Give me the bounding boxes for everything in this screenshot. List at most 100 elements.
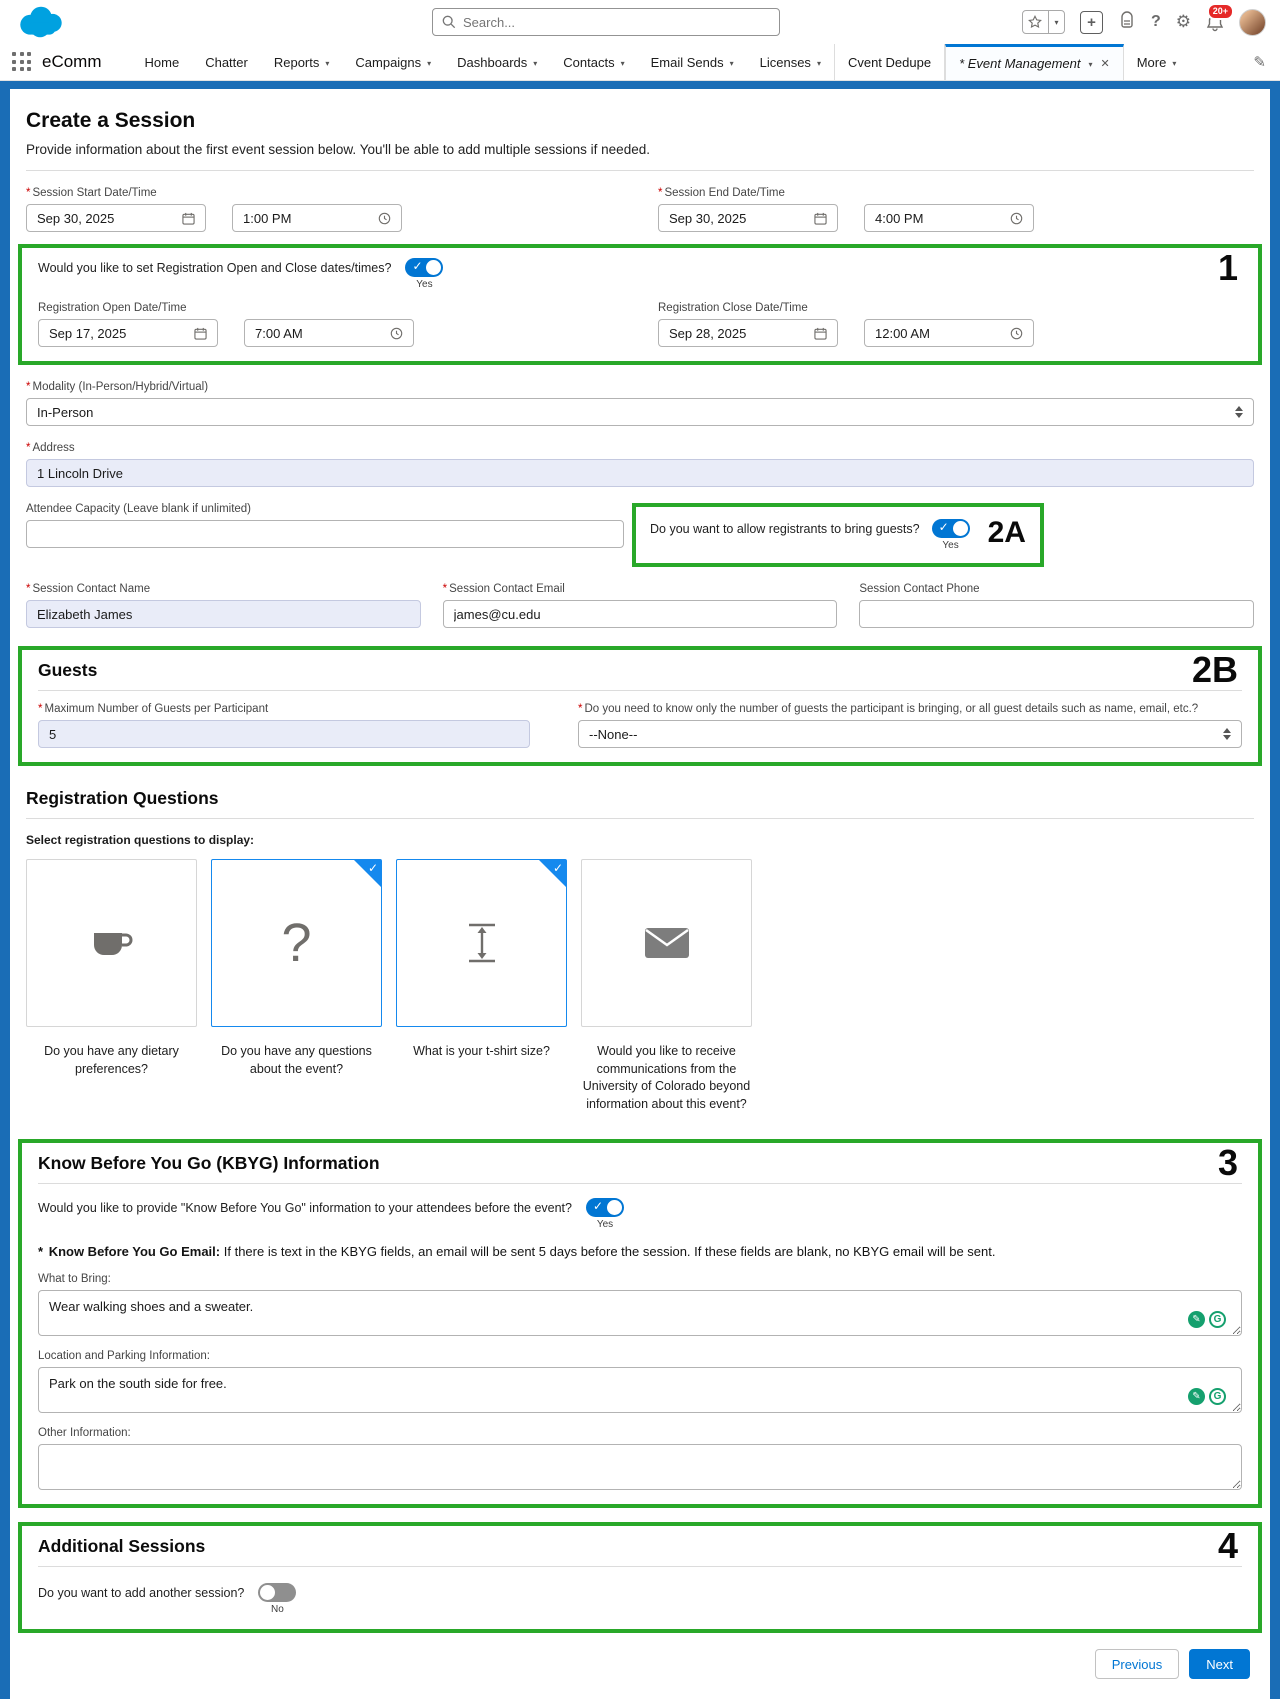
favorites-button[interactable]: ▾ (1022, 10, 1065, 34)
chevron-down-icon[interactable]: ▾ (1088, 58, 1092, 69)
avatar[interactable] (1239, 9, 1266, 36)
chevron-down-icon: ▾ (533, 57, 537, 68)
salesforce-logo (14, 4, 68, 40)
grammarly-icon[interactable]: G (1209, 1388, 1226, 1405)
question-card-communications[interactable] (581, 859, 752, 1027)
assistant-icon[interactable]: ✎ (1188, 1311, 1205, 1328)
nav-item-chatter[interactable]: Chatter (192, 44, 261, 80)
toggle-state-label: Yes (597, 1219, 613, 1230)
coffee-cup-icon (88, 923, 136, 963)
chevron-down-icon[interactable]: ▾ (1049, 11, 1064, 33)
registration-open-date-input[interactable]: Sep 17, 2025 (38, 319, 218, 347)
star-icon[interactable] (1023, 11, 1049, 33)
create-session-form: Create a Session Provide information abo… (10, 89, 1270, 1699)
question-mark-icon: ? (281, 912, 311, 974)
nav-item-email-sends[interactable]: Email Sends▾ (638, 44, 747, 80)
guests-toggle-label: Do you want to allow registrants to brin… (650, 519, 920, 536)
question-card-questions[interactable]: ✓ ? (211, 859, 382, 1027)
contact-phone-input[interactable] (859, 600, 1254, 628)
nav-item-reports[interactable]: Reports▾ (261, 44, 343, 80)
toggle-state-label: No (271, 1604, 284, 1615)
annotation-box-3: 3 Know Before You Go (KBYG) Information … (18, 1139, 1262, 1508)
question-card-label: Do you have any questions about the even… (211, 1043, 382, 1078)
max-guests-field: *Maximum Number of Guests per Participan… (38, 703, 530, 748)
parking-field: Location and Parking Information: Park o… (38, 1350, 1242, 1413)
nav-more[interactable]: More▾ (1124, 44, 1190, 80)
max-guests-input[interactable] (38, 720, 530, 748)
registration-close-date-input[interactable]: Sep 28, 2025 (658, 319, 838, 347)
nav-item-contacts[interactable]: Contacts▾ (550, 44, 637, 80)
search-icon (442, 15, 456, 29)
guest-details-field: *Do you need to know only the number of … (578, 703, 1242, 748)
question-card-label: What is your t-shirt size? (396, 1043, 567, 1061)
capacity-field: Attendee Capacity (Leave blank if unlimi… (26, 503, 624, 548)
search-input[interactable] (463, 15, 770, 30)
text-height-icon (462, 921, 502, 965)
parking-textarea[interactable]: Park on the south side for free. (38, 1367, 1242, 1413)
session-end-field: *Session End Date/Time Sep 30, 2025 4:00… (658, 187, 1254, 232)
registration-dates-toggle[interactable]: ✓ (405, 258, 443, 277)
capacity-input[interactable] (26, 520, 624, 548)
previous-button[interactable]: Previous (1095, 1649, 1180, 1679)
nav-item-campaigns[interactable]: Campaigns▾ (342, 44, 444, 80)
session-end-time-input[interactable]: 4:00 PM (864, 204, 1034, 232)
registration-open-field: Registration Open Date/Time Sep 17, 2025… (38, 302, 622, 347)
session-end-date-input[interactable]: Sep 30, 2025 (658, 204, 838, 232)
registration-close-field: Registration Close Date/Time Sep 28, 202… (658, 302, 1242, 347)
question-card-dietary[interactable] (26, 859, 197, 1027)
allow-guests-toggle[interactable]: ✓ (932, 519, 970, 538)
clock-icon (1010, 212, 1023, 225)
global-header: ▾ + ? ⚙ 20+ (0, 0, 1280, 44)
kbyg-section-title: Know Before You Go (KBYG) Information (38, 1153, 1242, 1174)
grammarly-icon[interactable]: G (1209, 1311, 1226, 1328)
what-to-bring-textarea[interactable]: Wear walking shoes and a sweater. (38, 1290, 1242, 1336)
registration-close-time-input[interactable]: 12:00 AM (864, 319, 1034, 347)
gear-icon[interactable]: ⚙ (1176, 12, 1191, 32)
chevron-down-icon: ▾ (427, 57, 431, 68)
nav-item-licenses[interactable]: Licenses▾ (747, 44, 834, 80)
close-icon[interactable]: ✕ (1101, 57, 1110, 70)
contact-phone-field: Session Contact Phone (859, 583, 1254, 628)
session-start-date-input[interactable]: Sep 30, 2025 (26, 204, 206, 232)
annotation-number-1: 1 (1218, 250, 1238, 286)
assistant-icon[interactable]: ✎ (1188, 1388, 1205, 1405)
global-search[interactable] (432, 8, 780, 36)
registration-open-time-input[interactable]: 7:00 AM (244, 319, 414, 347)
session-start-time-input[interactable]: 1:00 PM (232, 204, 402, 232)
nav-item-dashboards[interactable]: Dashboards▾ (444, 44, 550, 80)
registration-toggle-label: Would you like to set Registration Open … (38, 258, 391, 275)
kbyg-toggle[interactable]: ✓ (586, 1198, 624, 1217)
tab-cvent-dedupe[interactable]: Cvent Dedupe (834, 44, 945, 80)
annotation-number-4: 4 (1218, 1528, 1238, 1564)
contact-email-input[interactable] (443, 600, 838, 628)
address-input[interactable] (26, 459, 1254, 487)
toggle-state-label: Yes (416, 279, 432, 290)
clock-icon (1010, 327, 1023, 340)
edit-nav-icon[interactable]: ✎ (1253, 53, 1274, 71)
contact-name-input[interactable] (26, 600, 421, 628)
modality-select[interactable]: In-Person (26, 398, 1254, 426)
other-info-textarea[interactable] (38, 1444, 1242, 1490)
kbyg-toggle-label: Would you like to provide "Know Before Y… (38, 1198, 572, 1215)
select-arrows-icon (1223, 728, 1231, 740)
quick-add-button[interactable]: + (1080, 11, 1103, 34)
contact-name-field: *Session Contact Name (26, 583, 421, 628)
next-button[interactable]: Next (1189, 1649, 1250, 1679)
calendar-icon (814, 327, 827, 340)
notifications-button[interactable]: 20+ (1206, 13, 1224, 32)
guidance-center-icon[interactable] (1118, 11, 1136, 34)
check-icon: ✓ (553, 861, 563, 875)
calendar-icon (814, 212, 827, 225)
app-launcher-icon[interactable] (12, 52, 32, 72)
calendar-icon (182, 212, 195, 225)
modality-field: *Modality (In-Person/Hybrid/Virtual) In-… (26, 381, 1254, 426)
annotation-box-1: 1 Would you like to set Registration Ope… (18, 244, 1262, 365)
registration-questions-title: Registration Questions (26, 788, 1254, 809)
help-icon[interactable]: ? (1151, 13, 1161, 31)
what-to-bring-field: What to Bring: Wear walking shoes and a … (38, 1273, 1242, 1336)
guest-details-select[interactable]: --None-- (578, 720, 1242, 748)
nav-item-home[interactable]: Home (132, 44, 193, 80)
question-card-tshirt[interactable]: ✓ (396, 859, 567, 1027)
tab-event-management[interactable]: * Event Management ▾ ✕ (945, 44, 1124, 80)
divider (26, 818, 1254, 819)
